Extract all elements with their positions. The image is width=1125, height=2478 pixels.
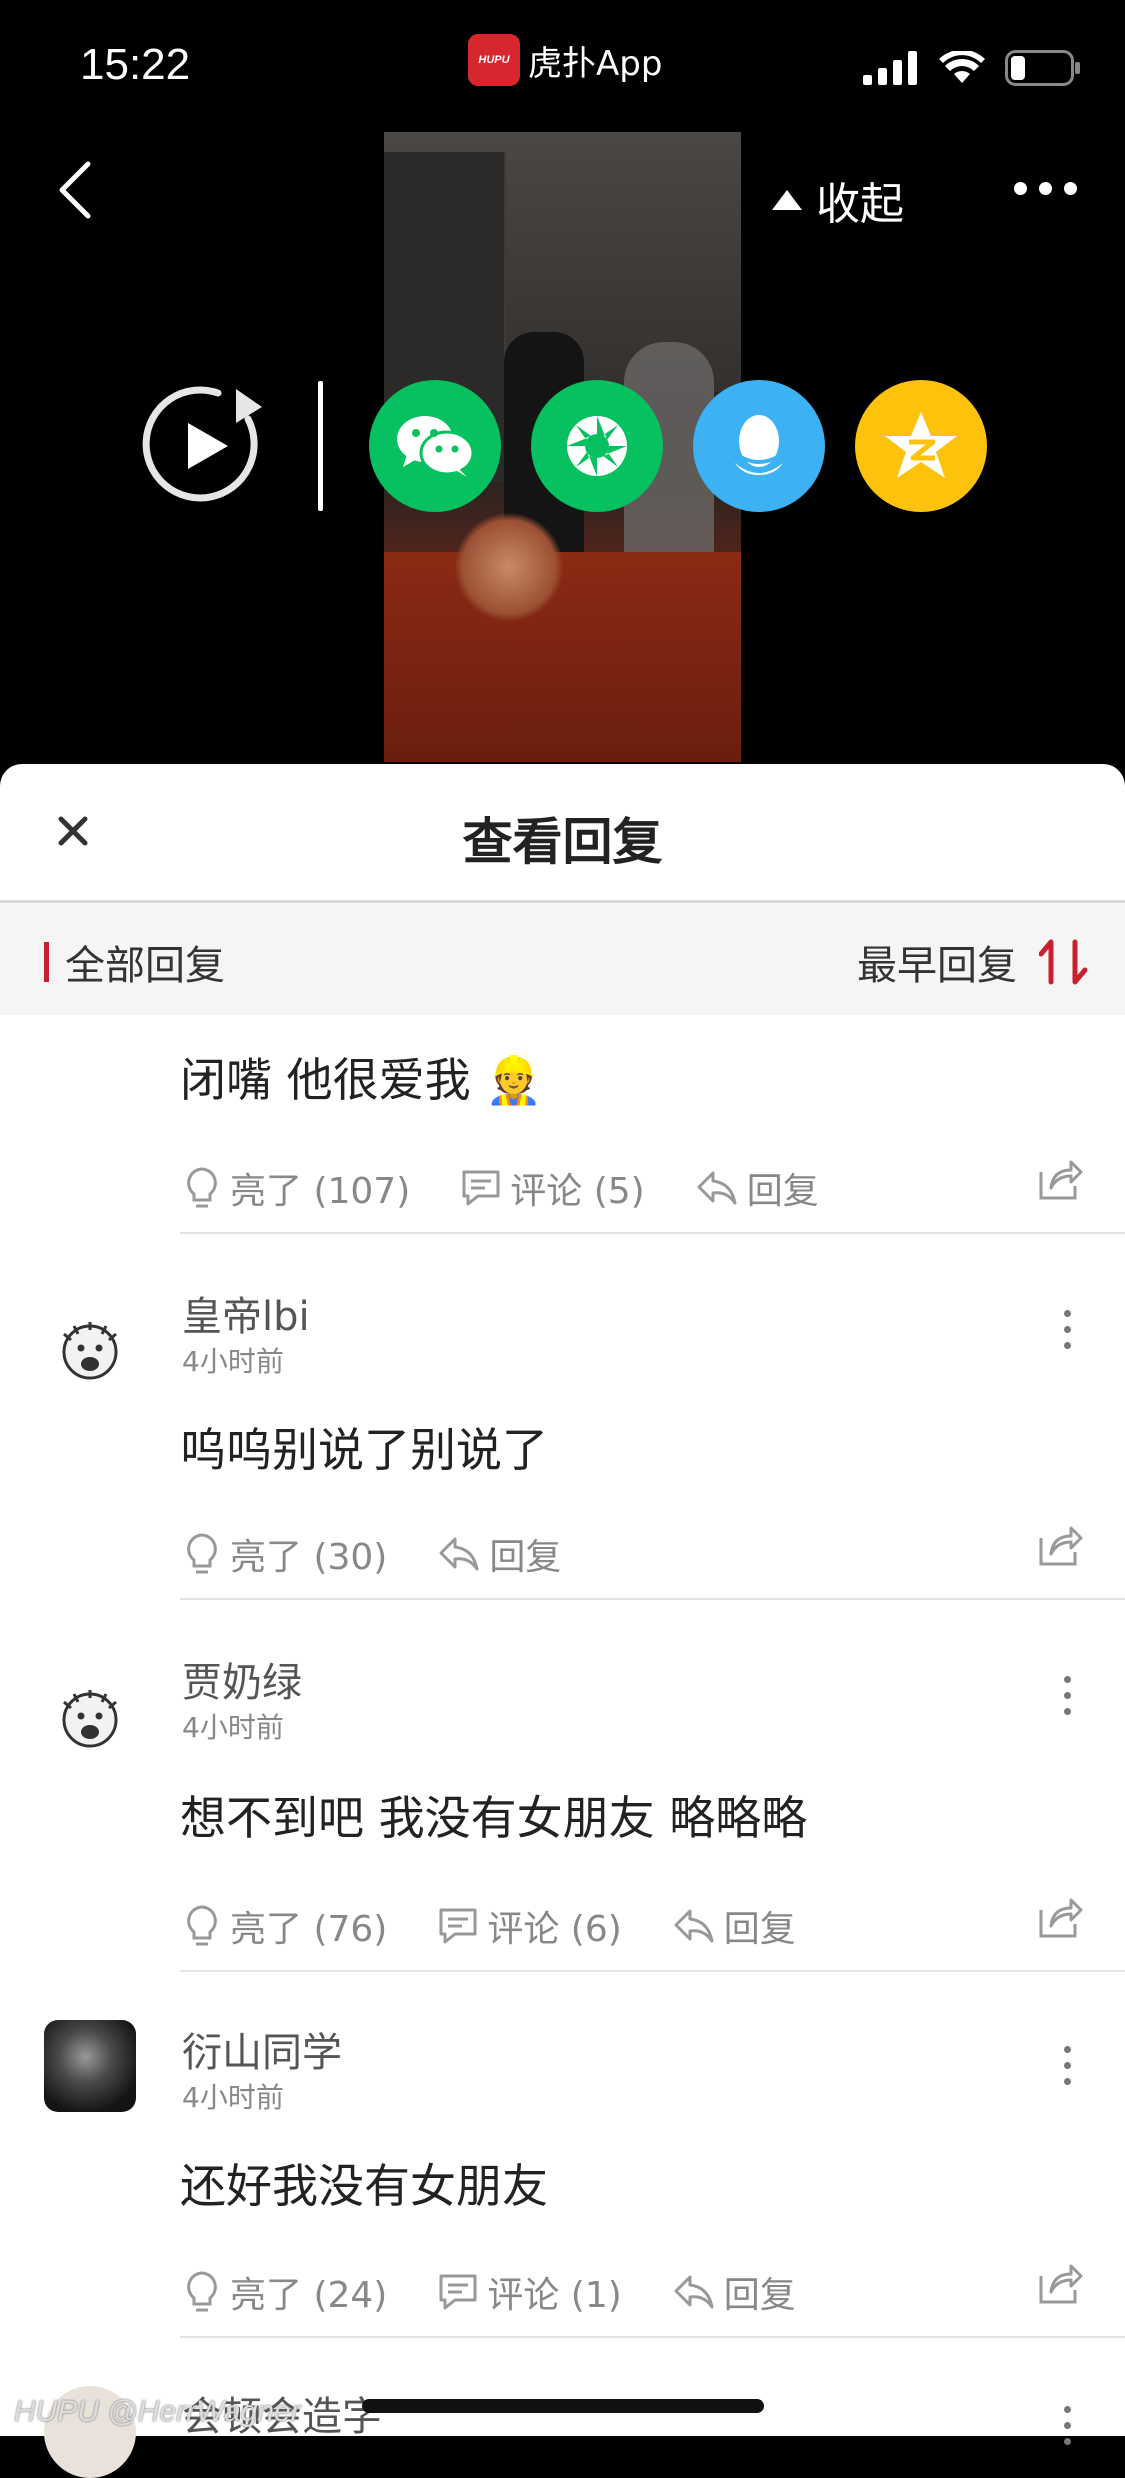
reply-button[interactable]: 回复 xyxy=(437,1528,561,1580)
share-icon[interactable] xyxy=(1037,2262,1083,2306)
comment-text: 呜呜别说了别说了 xyxy=(180,1423,548,1477)
comment-actions: 亮了 (107) 评论 (5) 回复 xyxy=(182,1162,869,1214)
all-replies-tab[interactable]: 全部回复 xyxy=(44,933,225,991)
comment-text: 想不到吧 我没有女朋友 略略略 xyxy=(180,1791,808,1845)
comment-actions: 亮了 (30) 回复 xyxy=(182,1528,611,1580)
lightbulb-icon xyxy=(187,1167,217,1208)
sheet-title: 查看回复 xyxy=(462,813,663,871)
share-qzone-button[interactable] xyxy=(855,380,987,512)
timestamp: 4小时前 xyxy=(182,1345,284,1378)
status-indicators xyxy=(863,50,1081,86)
signal-icon xyxy=(863,51,917,85)
wifi-icon xyxy=(939,51,985,83)
comment-divider xyxy=(180,1232,1125,1234)
comment-divider xyxy=(180,2336,1125,2338)
sort-icon xyxy=(1039,939,1088,985)
sort-label: 最早回复 xyxy=(857,943,1017,989)
reply-icon xyxy=(697,1171,737,1205)
avatar[interactable] xyxy=(44,2020,136,2112)
status-app-label: HUPU 虎扑App xyxy=(468,34,662,86)
comment-divider xyxy=(180,1970,1125,1972)
wechat-icon xyxy=(397,416,475,477)
comment-actions: 亮了 (24) 评论 (1) 回复 xyxy=(182,2266,846,2318)
share-icon[interactable] xyxy=(1037,1896,1083,1940)
more-options-button[interactable] xyxy=(1064,1676,1071,1715)
hupu-logo: HUPU xyxy=(468,34,520,86)
share-divider xyxy=(318,381,323,511)
share-wechat-button[interactable] xyxy=(369,380,501,512)
accent-bar xyxy=(44,942,49,982)
comment-button[interactable]: 评论 (1) xyxy=(437,2266,622,2318)
status-time: 15:22 xyxy=(80,40,191,89)
reply-icon xyxy=(674,1909,714,1943)
comment-button[interactable]: 评论 (6) xyxy=(437,1900,622,1952)
app-name: 虎扑App xyxy=(528,43,663,84)
avatar[interactable] xyxy=(44,1672,136,1764)
more-options-button[interactable] xyxy=(1064,1310,1071,1349)
watermark: HUPU @HerrWagner xyxy=(14,2395,301,2428)
username[interactable]: 皇帝lbi xyxy=(182,1284,310,1342)
comment-button[interactable]: 评论 (5) xyxy=(460,1162,645,1214)
lightbulb-icon xyxy=(187,1905,217,1946)
reply-icon xyxy=(439,1537,479,1571)
share-qq-button[interactable] xyxy=(693,380,825,512)
replies-sheet: 查看回复 全部回复 最早回复 闭嘴 他很爱我 👷 亮了 (107) 评论 (5)… xyxy=(0,764,1125,2478)
filter-label: 全部回复 xyxy=(65,943,225,989)
reply-button[interactable]: 回复 xyxy=(672,1900,796,1952)
comment-text: 闭嘴 他很爱我 👷 xyxy=(180,1053,543,1107)
reply-button[interactable]: 回复 xyxy=(695,1162,819,1214)
moments-icon xyxy=(567,416,627,476)
like-button[interactable]: 亮了 (30) xyxy=(182,1528,387,1580)
back-button[interactable] xyxy=(56,160,96,224)
comment-text: 还好我没有女朋友 xyxy=(180,2159,548,2213)
timestamp: 4小时前 xyxy=(182,1711,284,1744)
comment-divider xyxy=(180,1598,1125,1600)
like-button[interactable]: 亮了 (107) xyxy=(182,1162,410,1214)
more-options-button[interactable] xyxy=(1064,2406,1071,2445)
comment-icon xyxy=(439,1908,477,1944)
share-moments-button[interactable] xyxy=(531,380,663,512)
like-button[interactable]: 亮了 (76) xyxy=(182,1900,387,1952)
share-row xyxy=(140,380,1017,512)
share-icon[interactable] xyxy=(1037,1158,1083,1202)
collapse-button[interactable]: 收起 xyxy=(772,168,904,232)
like-button[interactable]: 亮了 (24) xyxy=(182,2266,387,2318)
reply-button[interactable]: 回复 xyxy=(672,2266,796,2318)
qq-icon xyxy=(735,415,783,475)
reply-icon xyxy=(674,2275,714,2309)
replay-button[interactable] xyxy=(140,383,266,509)
comment-icon xyxy=(462,1170,500,1206)
username[interactable]: 贾奶绿 xyxy=(182,1650,302,1708)
filter-bar: 全部回复 最早回复 xyxy=(0,903,1125,1015)
comment-icon xyxy=(439,2274,477,2310)
home-indicator[interactable] xyxy=(362,2399,764,2413)
triangle-up-icon xyxy=(772,190,802,210)
qzone-icon xyxy=(885,412,957,478)
battery-icon xyxy=(1005,50,1080,86)
timestamp: 4小时前 xyxy=(182,2081,284,2114)
comment-actions: 亮了 (76) 评论 (6) 回复 xyxy=(182,1900,846,1952)
username[interactable]: 衍山同学 xyxy=(182,2020,342,2078)
share-icon[interactable] xyxy=(1037,1524,1083,1568)
sort-button[interactable]: 最早回复 xyxy=(857,933,1089,991)
more-button[interactable] xyxy=(1014,182,1077,195)
sheet-header: 查看回复 xyxy=(0,764,1125,903)
chevron-left-icon xyxy=(59,161,91,219)
lightbulb-icon xyxy=(187,1533,217,1574)
more-options-button[interactable] xyxy=(1064,2046,1071,2085)
collapse-label: 收起 xyxy=(816,179,904,230)
lightbulb-icon xyxy=(187,2271,217,2312)
avatar[interactable] xyxy=(44,1304,136,1396)
